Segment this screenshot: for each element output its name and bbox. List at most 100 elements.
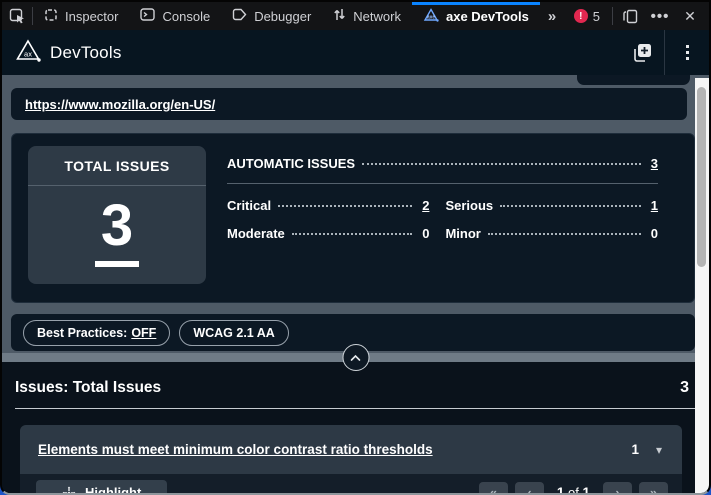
app-title: DevTools	[50, 43, 122, 63]
best-practices-label: Best Practices:	[37, 326, 127, 340]
current-page: 1	[557, 485, 565, 495]
console-icon	[140, 8, 155, 24]
moderate-row: Moderate 0	[227, 226, 429, 241]
axe-app-header: ax DevTools	[2, 30, 709, 75]
total-issues-label: TOTAL ISSUES	[28, 146, 206, 186]
minor-row: Minor 0	[445, 226, 658, 241]
dotted-leader	[292, 233, 413, 235]
new-scan-button[interactable]	[620, 30, 664, 75]
issue-header-right: 1 ▾	[631, 442, 662, 457]
issues-total-count: 3	[680, 379, 689, 397]
options-menu-icon[interactable]	[665, 30, 709, 75]
chevron-down-icon[interactable]: ▾	[656, 443, 662, 457]
responsive-design-mode-icon[interactable]	[617, 4, 643, 28]
chevron-up-icon	[350, 354, 362, 362]
error-icon: !	[574, 9, 588, 23]
critical-row: Critical 2	[227, 198, 429, 213]
tab-inspector[interactable]: Inspector	[33, 2, 129, 30]
highlight-label: Highlight	[85, 485, 141, 495]
tab-axe-devtools[interactable]: axe axe DevTools	[412, 2, 540, 30]
scrollbar-thumb[interactable]	[697, 87, 706, 267]
vertical-scrollbar[interactable]	[695, 78, 709, 493]
tab-debugger[interactable]: Debugger	[221, 2, 322, 30]
axe-brand: ax DevTools	[2, 39, 122, 67]
close-devtools-icon[interactable]: ✕	[677, 4, 703, 28]
wcag-label: WCAG 2.1 AA	[193, 326, 275, 340]
scanned-url-card: https://www.mozilla.org/en-US/	[11, 88, 687, 120]
scanned-url-link[interactable]: https://www.mozilla.org/en-US/	[25, 97, 215, 112]
issue-count: 1	[631, 442, 639, 457]
automatic-issues-row: AUTOMATIC ISSUES 3	[227, 156, 658, 171]
error-count-badge[interactable]: ! 5	[566, 9, 608, 24]
network-icon	[333, 7, 346, 25]
issues-heading: Issues: Total Issues	[15, 379, 161, 397]
next-page-button[interactable]: ›	[603, 482, 632, 495]
issue-card-body: Highlight « ‹ 1 of 1 › »	[20, 474, 682, 495]
best-practices-state: OFF	[131, 326, 156, 340]
serious-value[interactable]: 1	[648, 198, 658, 213]
total-issues-box: TOTAL ISSUES 3	[28, 146, 206, 284]
svg-text:ax: ax	[24, 49, 32, 58]
issues-heading-divider	[15, 408, 695, 409]
minor-value: 0	[648, 226, 658, 241]
tab-label: axe DevTools	[446, 9, 529, 24]
critical-value[interactable]: 2	[419, 198, 429, 213]
wcag-standard-pill[interactable]: WCAG 2.1 AA	[179, 320, 289, 346]
summary-section: https://www.mozilla.org/en-US/ TOTAL ISS…	[2, 75, 709, 362]
issues-section: Issues: Total Issues 3 Elements must mee…	[2, 362, 709, 493]
issue-card: Elements must meet minimum color contras…	[20, 425, 682, 495]
tab-network[interactable]: Network	[322, 2, 412, 30]
issue-accordion-header[interactable]: Elements must meet minimum color contras…	[20, 425, 682, 474]
issue-pagination: « ‹ 1 of 1 › »	[479, 482, 668, 495]
pick-element-icon[interactable]	[2, 2, 32, 30]
axe-logo-icon: ax	[15, 39, 41, 67]
devtools-window: Inspector Console Debugger	[0, 0, 711, 495]
last-page-button[interactable]: »	[639, 482, 668, 495]
dotted-leader	[500, 205, 641, 207]
more-tabs-icon[interactable]: »	[540, 8, 562, 25]
svg-text:axe: axe	[427, 14, 436, 20]
highlight-crosshair-icon	[62, 486, 76, 495]
tab-label: Debugger	[254, 9, 311, 24]
app-header-actions	[620, 30, 709, 75]
issue-title-link[interactable]: Elements must meet minimum color contras…	[38, 442, 433, 457]
total-issues-value[interactable]: 3	[95, 197, 139, 267]
total-pages: 1	[582, 485, 590, 495]
active-tab-indicator	[412, 2, 540, 5]
moderate-value: 0	[419, 226, 429, 241]
page-indicator: 1 of 1	[557, 485, 590, 495]
dotted-leader	[488, 233, 641, 235]
header-popup-remnant	[577, 75, 690, 85]
severity-grid: Critical 2 Serious 1 Moderate 0	[227, 198, 658, 241]
dotted-leader	[362, 163, 641, 165]
dotted-leader	[278, 205, 412, 207]
inspector-icon	[44, 8, 58, 25]
devtools-tabbar: Inspector Console Debugger	[2, 2, 709, 30]
kebab-icon	[686, 45, 689, 60]
automatic-issues-value[interactable]: 3	[648, 156, 658, 171]
tab-label: Inspector	[65, 9, 118, 24]
serious-row: Serious 1	[445, 198, 658, 213]
moderate-label: Moderate	[227, 226, 285, 241]
tab-label: Console	[162, 9, 210, 24]
highlight-button[interactable]: Highlight	[36, 480, 167, 495]
issues-summary-card: TOTAL ISSUES 3 AUTOMATIC ISSUES 3 Critic…	[11, 133, 695, 303]
metrics-divider	[227, 183, 658, 184]
of-label: of	[568, 485, 579, 495]
automatic-issues-label: AUTOMATIC ISSUES	[227, 156, 355, 171]
tabbar-separator	[612, 7, 613, 25]
issue-metrics: AUTOMATIC ISSUES 3 Critical 2 Serious 1	[227, 156, 658, 241]
axe-logo-icon: axe	[423, 8, 439, 25]
devtools-menu-icon[interactable]: •••	[647, 4, 673, 28]
collapse-summary-button[interactable]	[342, 344, 369, 371]
tabbar-right-controls: ! 5 ••• ✕	[566, 4, 709, 28]
tab-label: Network	[353, 9, 401, 24]
best-practices-toggle[interactable]: Best Practices: OFF	[23, 320, 170, 346]
tab-console[interactable]: Console	[129, 2, 221, 30]
critical-label: Critical	[227, 198, 271, 213]
debugger-icon	[232, 8, 247, 24]
serious-label: Serious	[445, 198, 493, 213]
first-page-button[interactable]: «	[479, 482, 508, 495]
prev-page-button[interactable]: ‹	[515, 482, 544, 495]
error-count: 5	[593, 9, 600, 24]
